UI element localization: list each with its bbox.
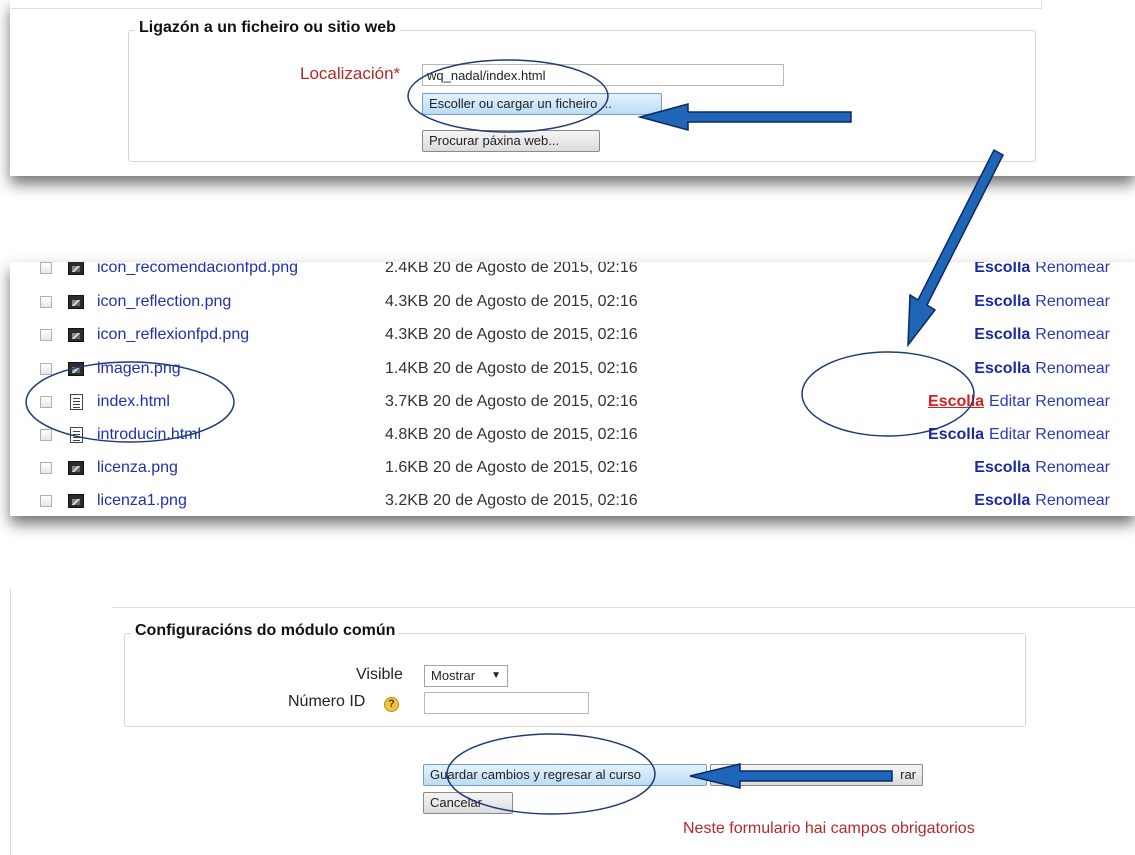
- section-divider: [112, 607, 1135, 608]
- link-panel: Ligazón a un ficheiro ou sitio web Local…: [10, 0, 1135, 176]
- row-actions: Escolla Editar Renomear: [928, 393, 1110, 411]
- file-meta: 3.2KB 20 de Agosto de 2015, 02:16: [385, 492, 638, 509]
- file-name-link[interactable]: introducin.html: [97, 426, 201, 444]
- file-row-selected: index.html 3.7KB 20 de Agosto de 2015, 0…: [10, 386, 1135, 420]
- rename-link[interactable]: Renomear: [1035, 262, 1110, 276]
- select-link[interactable]: Escolla: [974, 262, 1030, 276]
- row-actions: Escolla Renomear: [974, 459, 1110, 477]
- file-name-link[interactable]: index.html: [97, 393, 170, 411]
- common-settings-legend: Configuracións do módulo común: [131, 622, 400, 640]
- select-link[interactable]: Escolla: [974, 326, 1030, 343]
- select-link[interactable]: Escolla: [974, 360, 1030, 377]
- file-meta: 1.6KB 20 de Agosto de 2015, 02:16: [385, 459, 638, 476]
- row-checkbox[interactable]: [40, 329, 52, 341]
- edit-link[interactable]: Editar: [989, 393, 1031, 410]
- required-note: Neste formulario hai campos obrigatorios: [683, 820, 975, 837]
- row-checkbox[interactable]: [40, 396, 52, 408]
- rename-link[interactable]: Renomear: [1035, 360, 1110, 377]
- file-row: licenza1.png 3.2KB 20 de Agosto de 2015,…: [10, 485, 1135, 516]
- file-name-link[interactable]: licenza.png: [97, 459, 178, 477]
- row-actions: Escolla Editar Renomear: [928, 426, 1110, 444]
- save-show-button[interactable]: rar: [710, 764, 923, 786]
- select-link[interactable]: Escolla: [974, 459, 1030, 476]
- row-checkbox[interactable]: [40, 495, 52, 507]
- rename-link[interactable]: Renomear: [1035, 426, 1110, 443]
- row-actions: Escolla Renomear: [974, 360, 1110, 378]
- file-row: introducin.html 4.8KB 20 de Agosto de 20…: [10, 419, 1135, 453]
- row-actions: Escolla Renomear: [974, 492, 1110, 510]
- rename-link[interactable]: Renomear: [1035, 459, 1110, 476]
- file-row: icon_reflection.png 4.3KB 20 de Agosto d…: [10, 286, 1135, 320]
- file-meta: 3.7KB 20 de Agosto de 2015, 02:16: [385, 393, 638, 410]
- file-meta: 4.8KB 20 de Agosto de 2015, 02:16: [385, 426, 638, 443]
- browse-web-button[interactable]: Procurar páxina web...: [422, 130, 600, 152]
- file-name-link[interactable]: licenza1.png: [97, 492, 187, 510]
- file-row: licenza.png 1.6KB 20 de Agosto de 2015, …: [10, 452, 1135, 486]
- row-actions: Escolla Renomear: [974, 293, 1110, 311]
- location-input[interactable]: wq_nadal/index.html: [422, 64, 784, 86]
- visible-select-value: Mostrar: [431, 668, 476, 683]
- row-checkbox[interactable]: [40, 363, 52, 375]
- link-legend: Ligazón a un ficheiro ou sitio web: [135, 19, 400, 37]
- select-link[interactable]: Escolla: [928, 393, 984, 410]
- html-file-icon: [70, 427, 83, 443]
- file-row: icon_reflexionfpd.png 4.3KB 20 de Agosto…: [10, 319, 1135, 353]
- rename-link[interactable]: Renomear: [1035, 492, 1110, 509]
- row-checkbox[interactable]: [40, 429, 52, 441]
- question-icon[interactable]: ?: [384, 697, 399, 712]
- choose-file-button[interactable]: Escoller ou cargar un ficheiro ...: [422, 93, 662, 115]
- visible-label: Visible: [356, 666, 403, 683]
- rename-link[interactable]: Renomear: [1035, 293, 1110, 310]
- file-list-panel: icon_recomendacionfpd.png 2.4KB 20 de Ag…: [10, 262, 1135, 516]
- select-link[interactable]: Escolla: [974, 293, 1030, 310]
- file-name-link[interactable]: icon_reflexionfpd.png: [97, 326, 249, 344]
- select-link[interactable]: Escolla: [928, 426, 984, 443]
- image-file-icon: [68, 295, 84, 309]
- file-row: imagen.png 1.4KB 20 de Agosto de 2015, 0…: [10, 353, 1135, 387]
- chevron-down-icon: ▼: [491, 670, 501, 681]
- row-actions: Escolla Renomear: [974, 262, 1110, 277]
- visible-select[interactable]: Mostrar ▼: [424, 665, 508, 687]
- cancel-button[interactable]: Cancelar: [423, 792, 513, 814]
- id-number-input[interactable]: [424, 692, 589, 714]
- file-row: icon_recomendacionfpd.png 2.4KB 20 de Ag…: [10, 262, 1135, 286]
- rename-link[interactable]: Renomear: [1035, 393, 1110, 410]
- row-checkbox[interactable]: [40, 462, 52, 474]
- save-return-button[interactable]: Guardar cambios y regresar al curso: [423, 764, 707, 786]
- file-name-link[interactable]: icon_reflection.png: [97, 293, 231, 311]
- id-label: Número ID: [288, 693, 366, 710]
- select-link[interactable]: Escolla: [974, 492, 1030, 509]
- row-checkbox[interactable]: [40, 262, 52, 274]
- file-name-link[interactable]: imagen.png: [97, 360, 181, 378]
- file-meta: 4.3KB 20 de Agosto de 2015, 02:16: [385, 326, 638, 343]
- image-file-icon: [68, 461, 84, 475]
- top-edge: [11, 0, 1042, 9]
- edit-link[interactable]: Editar: [989, 426, 1031, 443]
- image-file-icon: [68, 328, 84, 342]
- location-label: Localización*: [300, 64, 401, 83]
- row-actions: Escolla Renomear: [974, 326, 1110, 344]
- file-meta: 2.4KB 20 de Agosto de 2015, 02:16: [385, 262, 638, 276]
- settings-panel: Configuracións do módulo común Visible M…: [10, 589, 1135, 855]
- image-file-icon: [68, 362, 84, 376]
- image-file-icon: [68, 494, 84, 508]
- row-checkbox[interactable]: [40, 296, 52, 308]
- file-name-link[interactable]: icon_recomendacionfpd.png: [97, 262, 298, 277]
- html-file-icon: [70, 394, 83, 410]
- file-meta: 1.4KB 20 de Agosto de 2015, 02:16: [385, 360, 638, 377]
- rename-link[interactable]: Renomear: [1035, 326, 1110, 343]
- image-file-icon: [68, 262, 84, 275]
- file-meta: 4.3KB 20 de Agosto de 2015, 02:16: [385, 293, 638, 310]
